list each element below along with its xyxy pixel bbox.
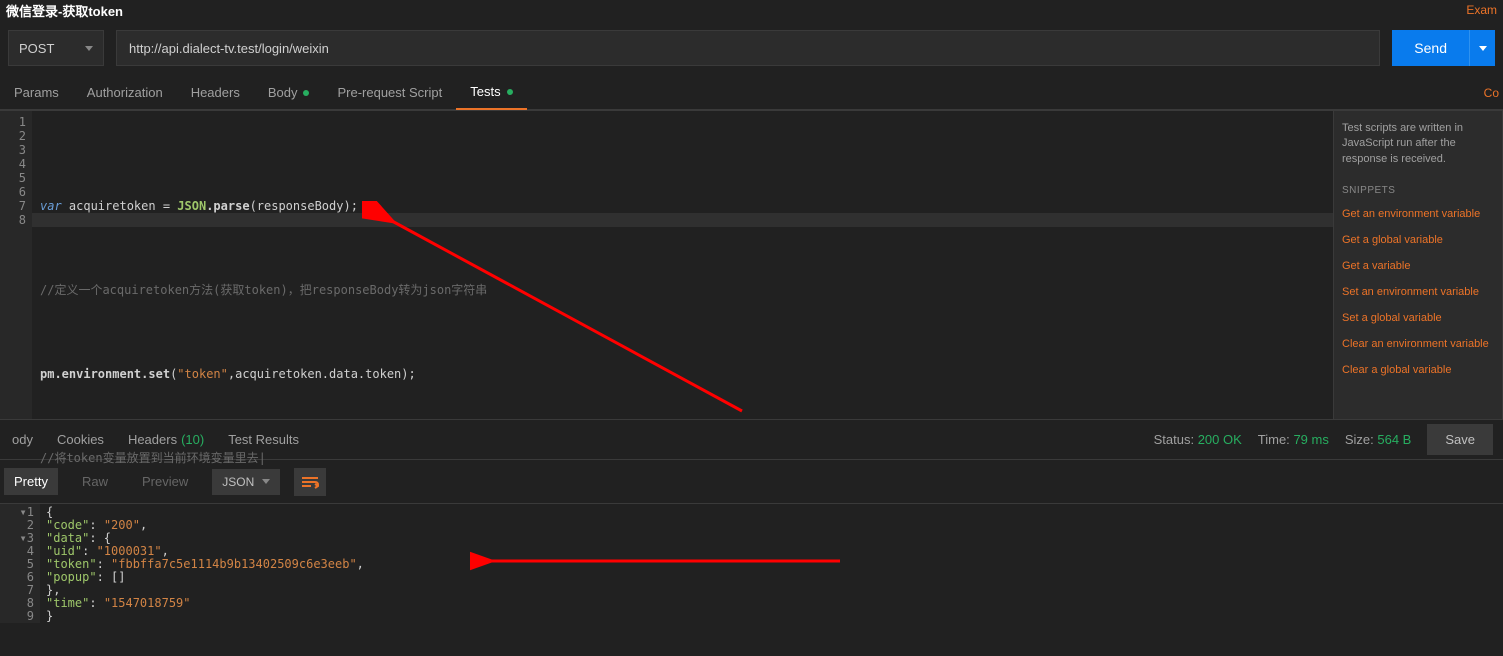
chevron-down-icon xyxy=(85,46,93,51)
collaborate-link[interactable]: Co xyxy=(1484,86,1503,100)
tab-params[interactable]: Params xyxy=(0,76,73,110)
tab-headers[interactable]: Headers xyxy=(177,76,254,110)
response-body-viewer[interactable]: ▾1 2 ▾3 4 5 6 7 8 9 { "code": "200", "da… xyxy=(0,504,1503,623)
snippets-heading: SNIPPETS xyxy=(1342,185,1494,196)
code-content[interactable]: var acquiretoken = JSON.parse(responseBo… xyxy=(32,111,1333,419)
annotation-arrow-icon xyxy=(470,546,850,576)
dot-indicator-icon xyxy=(507,89,513,95)
save-response-button[interactable]: Save xyxy=(1427,424,1493,455)
request-breadcrumb: 微信登录-获取token xyxy=(6,1,123,20)
tab-prerequest[interactable]: Pre-request Script xyxy=(323,76,456,110)
tab-tests[interactable]: Tests xyxy=(456,76,526,110)
response-gutter: ▾1 2 ▾3 4 5 6 7 8 9 xyxy=(0,504,40,623)
dot-indicator-icon xyxy=(303,90,309,96)
examples-link[interactable]: Exam xyxy=(1466,3,1497,17)
snippet-link[interactable]: Get an environment variable xyxy=(1342,208,1494,220)
snippet-link[interactable]: Clear an environment variable xyxy=(1342,338,1494,350)
snippet-link[interactable]: Set an environment variable xyxy=(1342,286,1494,298)
tab-body[interactable]: Body xyxy=(254,76,324,110)
send-dropdown-button[interactable] xyxy=(1469,30,1495,66)
snippets-description: Test scripts are written in JavaScript r… xyxy=(1342,121,1494,167)
snippet-link[interactable]: Clear a global variable xyxy=(1342,364,1494,376)
tests-code-editor[interactable]: 1234 5678 var acquiretoken = JSON.parse(… xyxy=(0,110,1333,420)
response-json-content: { "code": "200", "data": { "uid": "10000… xyxy=(40,504,364,623)
request-tabs: Params Authorization Headers Body Pre-re… xyxy=(0,76,1503,110)
code-gutter: 1234 5678 xyxy=(0,111,32,419)
snippet-link[interactable]: Get a global variable xyxy=(1342,234,1494,246)
response-tab-body[interactable]: ody xyxy=(0,420,45,460)
fold-icon[interactable]: ▾ xyxy=(17,532,27,545)
snippet-link[interactable]: Get a variable xyxy=(1342,260,1494,272)
size-value: 564 B xyxy=(1377,432,1411,447)
chevron-down-icon xyxy=(1479,46,1487,51)
send-button[interactable]: Send xyxy=(1392,30,1469,66)
request-row: POST Send xyxy=(0,20,1503,76)
http-method-select[interactable]: POST xyxy=(8,30,104,66)
snippets-panel: Test scripts are written in JavaScript r… xyxy=(1333,110,1503,420)
http-method-value: POST xyxy=(19,41,54,56)
size-label: Size: xyxy=(1345,432,1374,447)
fold-icon[interactable]: ▾ xyxy=(17,506,27,519)
snippet-link[interactable]: Set a global variable xyxy=(1342,312,1494,324)
request-url-input[interactable] xyxy=(116,30,1380,66)
tab-authorization[interactable]: Authorization xyxy=(73,76,177,110)
annotation-arrow-icon xyxy=(362,201,762,421)
